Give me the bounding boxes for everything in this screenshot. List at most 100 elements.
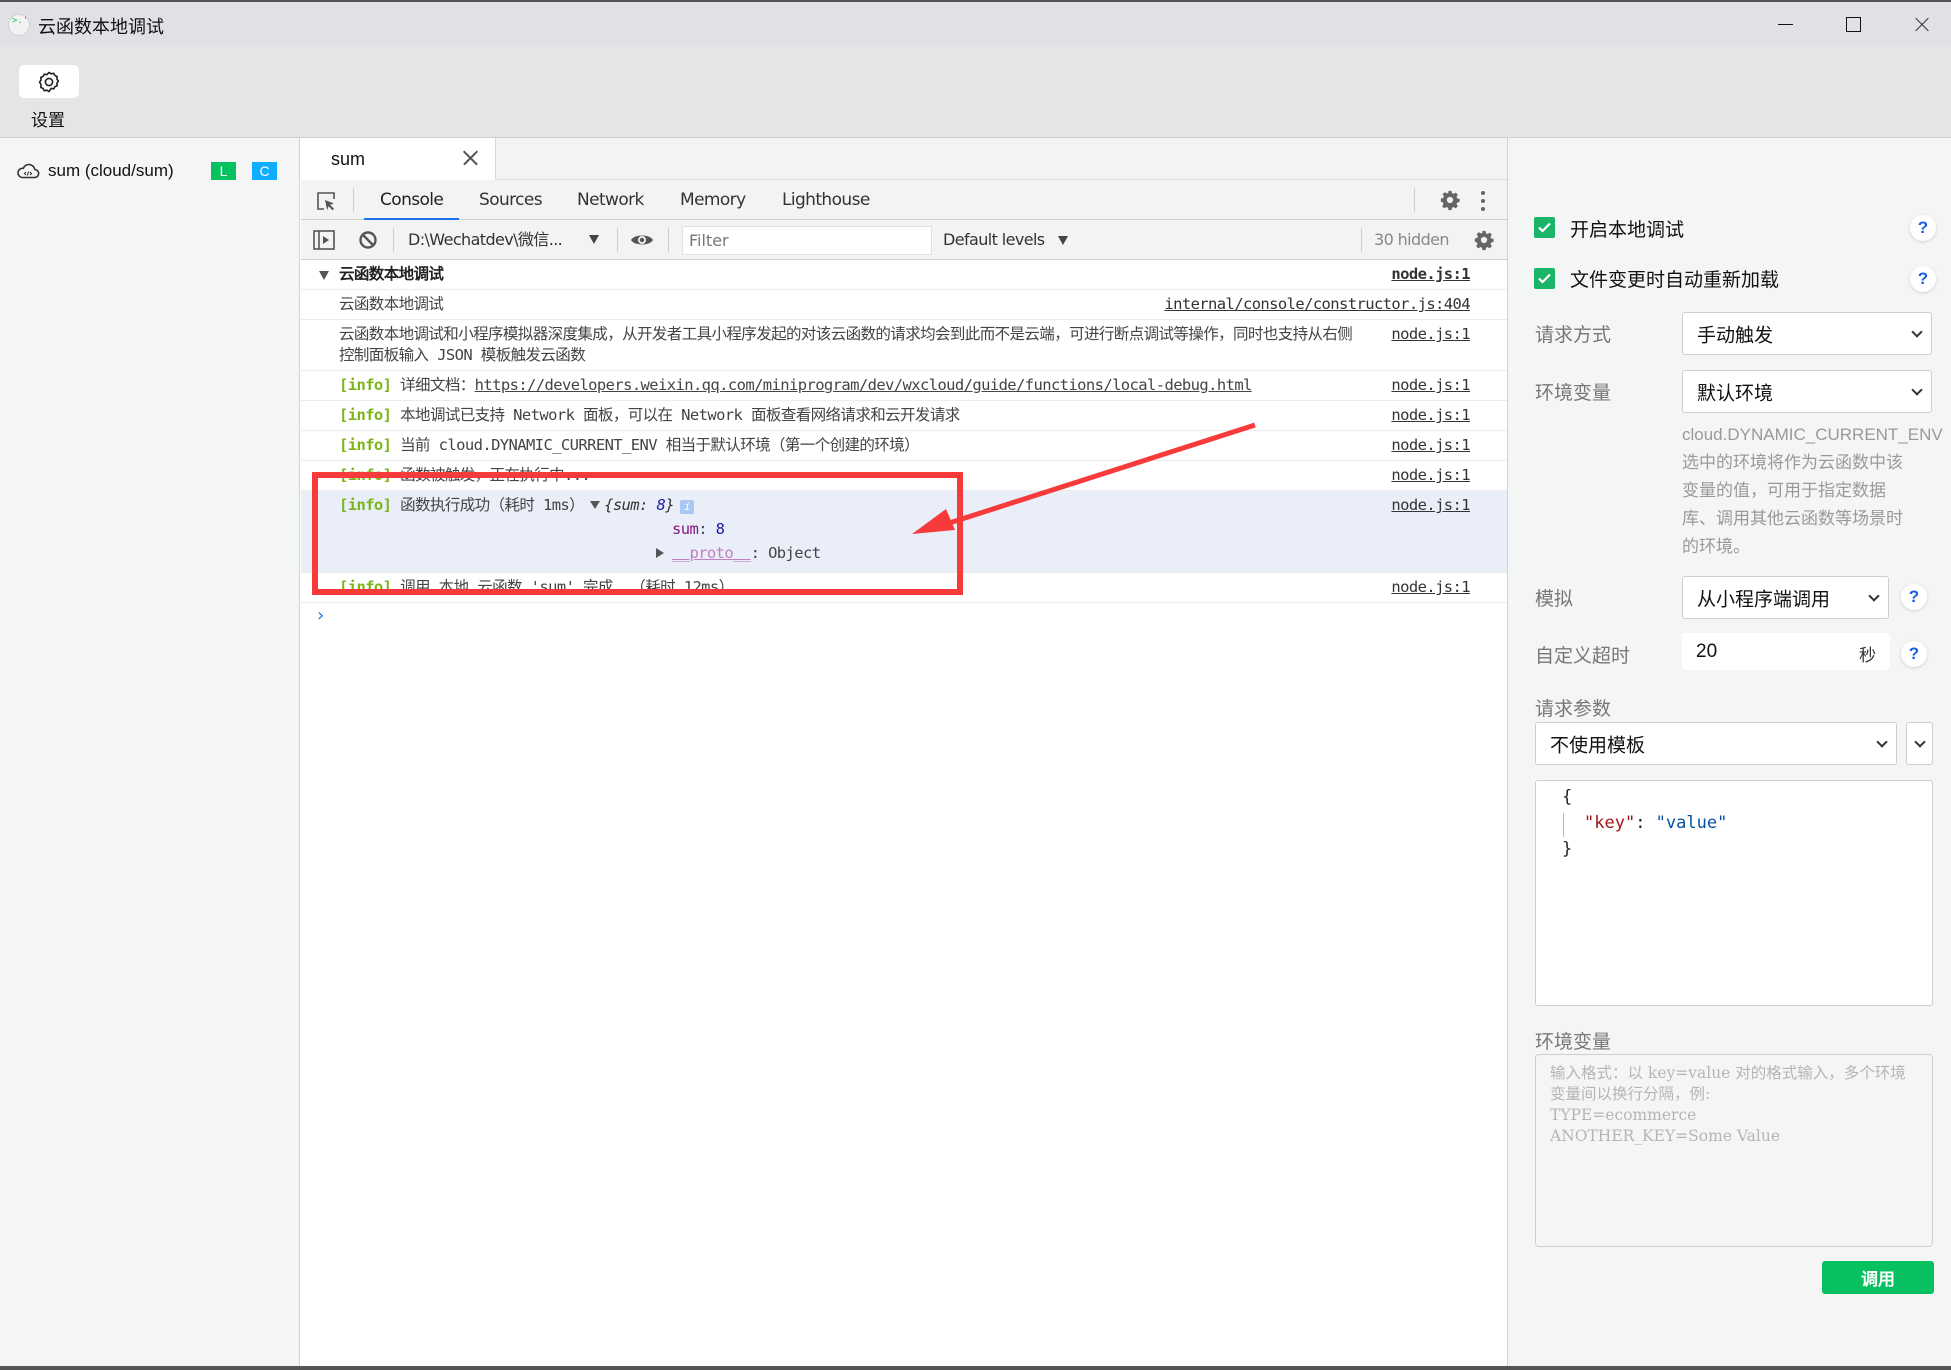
log-source-link[interactable]: node.js:1: [1385, 264, 1470, 285]
devtools-settings-gear-icon[interactable]: [1439, 189, 1461, 211]
expand-triangle-icon[interactable]: [590, 501, 601, 509]
help-icon[interactable]: ?: [1910, 266, 1936, 292]
context-selector[interactable]: D:\Wechatdev\微信...: [408, 220, 563, 260]
log-info-tag: [info]: [339, 466, 392, 484]
devtools-tab-bar: Console Sources Network Memory Lighthous…: [301, 180, 1507, 220]
enable-local-debug-checkbox[interactable]: [1534, 217, 1555, 238]
log-entry: 云函数本地调试 internal/console/constructor.js:…: [301, 290, 1507, 320]
code-line: "key": "value": [1584, 813, 1728, 833]
log-source-link[interactable]: node.js:1: [1385, 495, 1471, 516]
template-options-button[interactable]: [1906, 722, 1933, 765]
expand-triangle-icon[interactable]: [656, 548, 664, 558]
inspect-element-icon[interactable]: [315, 190, 337, 212]
log-source-link[interactable]: node.js:1: [1385, 435, 1470, 456]
tab-memory[interactable]: Memory: [680, 180, 746, 220]
log-source-link[interactable]: internal/console/constructor.js:404: [1158, 294, 1470, 315]
request-method-select[interactable]: 手动触发: [1682, 312, 1932, 355]
log-source-link[interactable]: node.js:1: [1385, 324, 1470, 345]
hidden-messages-count: 30 hidden: [1374, 230, 1450, 249]
divider: [353, 188, 354, 212]
log-entry: [info] 本地调试已支持 Network 面板，可以在 Network 面板…: [301, 401, 1507, 431]
function-item[interactable]: sum (cloud/sum): [16, 158, 174, 184]
simulate-select[interactable]: 从小程序端调用: [1682, 576, 1889, 619]
chevron-down-icon: [1914, 735, 1926, 748]
log-source-link[interactable]: node.js:1: [1385, 405, 1470, 426]
dropdown-caret-icon[interactable]: [1058, 236, 1068, 245]
timeout-label: 自定义超时: [1535, 646, 1631, 667]
object-proto[interactable]: __proto__: Object: [656, 543, 821, 564]
close-tab-icon[interactable]: [461, 149, 479, 167]
console-log: 云函数本地调试 node.js:1 云函数本地调试 internal/conso…: [301, 260, 1507, 633]
console-settings-gear-icon[interactable]: [1473, 229, 1495, 251]
log-message: 函数执行成功（耗时 1ms）: [400, 496, 585, 514]
tab-sources[interactable]: Sources: [479, 180, 543, 220]
log-message: 云函数本地调试和小程序模拟器深度集成，从开发者工具小程序发起的对该云函数的请求均…: [339, 325, 1353, 364]
log-entry: [info] 当前 cloud.DYNAMIC_CURRENT_ENV 相当于默…: [301, 431, 1507, 461]
window-title: 云函数本地调试: [38, 17, 164, 37]
log-message: 本地调试已支持 Network 面板，可以在 Network 面板查看网络请求和…: [400, 406, 960, 424]
divider: [393, 228, 394, 252]
editor-tab-sum[interactable]: sum: [301, 138, 496, 180]
divider: [1361, 228, 1362, 252]
auto-reload-checkbox[interactable]: [1534, 268, 1555, 289]
log-entry: [info] 函数被触发，正在执行中... node.js:1: [301, 461, 1507, 491]
collapse-triangle-icon[interactable]: [319, 271, 329, 280]
dropdown-caret-icon[interactable]: [589, 235, 599, 244]
request-params-label: 请求参数: [1535, 699, 1612, 720]
tab-network[interactable]: Network: [577, 180, 644, 220]
request-method-label: 请求方式: [1535, 325, 1612, 346]
docs-link[interactable]: https://developers.weixin.qq.com/minipro…: [475, 376, 1253, 394]
cloud-badge: C: [252, 162, 277, 180]
simulate-label: 模拟: [1535, 589, 1574, 610]
settings-button[interactable]: [19, 65, 79, 98]
checkmark-icon: [1538, 273, 1551, 284]
show-console-sidebar-icon[interactable]: [313, 230, 335, 250]
info-icon[interactable]: i: [679, 500, 694, 514]
log-levels-dropdown[interactable]: Default levels: [943, 220, 1045, 260]
console-prompt-row[interactable]: ›: [301, 603, 1507, 633]
tab-lighthouse[interactable]: Lighthouse: [782, 180, 870, 220]
minimize-button[interactable]: [1763, 8, 1809, 42]
object-property: sum: 8: [672, 520, 725, 538]
help-icon[interactable]: ?: [1901, 641, 1927, 667]
console-filter-input[interactable]: [682, 226, 932, 255]
object-preview[interactable]: {sum: 8}: [604, 496, 674, 514]
log-source-link[interactable]: node.js:1: [1385, 375, 1470, 396]
log-message: 当前 cloud.DYNAMIC_CURRENT_ENV 相当于默认环境（第一个…: [400, 436, 920, 454]
help-icon[interactable]: ?: [1901, 584, 1927, 610]
log-group-header[interactable]: 云函数本地调试 node.js:1: [301, 260, 1507, 290]
divider: [1414, 188, 1415, 212]
live-expression-eye-icon[interactable]: [630, 230, 654, 250]
enable-local-debug-label: 开启本地调试: [1570, 220, 1685, 241]
timeout-unit: 秒: [1859, 646, 1876, 665]
log-message: 云函数本地调试: [339, 265, 444, 283]
timeout-input[interactable]: [1696, 638, 1836, 665]
log-entry: 云函数本地调试和小程序模拟器深度集成，从开发者工具小程序发起的对该云函数的请求均…: [301, 320, 1507, 371]
more-options-icon[interactable]: [1481, 189, 1487, 211]
env-vars-label: 环境变量: [1535, 1032, 1612, 1053]
log-message: 详细文档：: [400, 376, 475, 394]
template-select[interactable]: 不使用模板: [1535, 722, 1897, 765]
log-source-link[interactable]: node.js:1: [1385, 577, 1470, 598]
environment-label: 环境变量: [1535, 383, 1612, 404]
divider: [617, 228, 618, 252]
devtools-area: sum Console Sources Network Memory Light…: [301, 138, 1507, 1370]
maximize-button[interactable]: [1830, 8, 1876, 42]
chevron-down-icon: [1911, 383, 1923, 396]
clear-console-icon[interactable]: [358, 230, 378, 250]
invoke-button[interactable]: 调用: [1822, 1261, 1934, 1294]
indent-guide: [1563, 813, 1564, 837]
help-icon[interactable]: ?: [1910, 215, 1936, 241]
taskbar-edge: [0, 1366, 1951, 1370]
request-params-editor[interactable]: { "key": "value" }: [1535, 780, 1933, 1006]
console-toolbar: D:\Wechatdev\微信... Default levels 30 hid…: [301, 220, 1507, 260]
close-window-button[interactable]: [1898, 8, 1944, 42]
environment-select[interactable]: 默认环境: [1682, 370, 1932, 413]
gear-icon: [38, 71, 60, 92]
env-vars-textarea[interactable]: [1535, 1054, 1933, 1247]
log-info-tag: [info]: [339, 578, 392, 596]
log-source-link[interactable]: node.js:1: [1385, 465, 1470, 486]
timeout-field[interactable]: 秒: [1682, 633, 1890, 670]
editor-tab-bar: sum: [301, 138, 1507, 180]
tab-console[interactable]: Console: [363, 180, 460, 220]
